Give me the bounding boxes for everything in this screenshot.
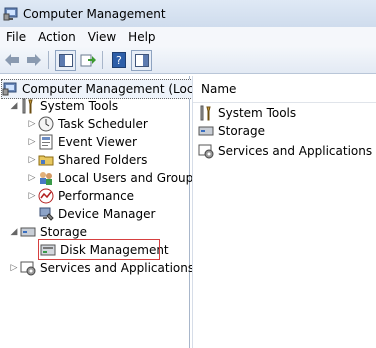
tree-item-services-and-applications[interactable]: ▷ Services and Applications: [8, 259, 194, 277]
properties-icon[interactable]: [131, 49, 152, 71]
tree-item-task-scheduler[interactable]: ▷ Task Scheduler: [26, 115, 148, 133]
performance-icon: [38, 188, 54, 204]
tools-icon: [20, 98, 36, 114]
shared-folder-icon: [38, 152, 54, 168]
tree-label: Computer Management (Local: [22, 82, 205, 96]
expand-triangle-icon[interactable]: ▷: [26, 190, 38, 202]
title-bar: Computer Management: [0, 0, 376, 27]
tree-label: System Tools: [40, 99, 119, 113]
services-icon: [20, 260, 36, 276]
menu-file[interactable]: File: [0, 27, 32, 47]
tree-label: Task Scheduler: [58, 117, 148, 131]
expand-triangle-icon[interactable]: ▷: [26, 136, 38, 148]
list-item-services-and-applications[interactable]: Services and Applications: [198, 142, 372, 160]
device-manager-icon: [38, 206, 54, 222]
window-title: Computer Management: [23, 6, 166, 21]
tree-label: Services and Applications: [40, 261, 195, 275]
users-icon: [38, 170, 54, 186]
svg-text:?: ?: [116, 54, 122, 67]
computer-management-icon: [2, 81, 18, 97]
storage-icon: [20, 224, 36, 240]
up-level-icon[interactable]: [78, 50, 98, 70]
menu-help[interactable]: Help: [122, 27, 161, 47]
services-icon: [198, 143, 214, 159]
menu-bar: File Action View Help: [0, 27, 376, 47]
show-hide-tree-icon[interactable]: [55, 49, 76, 71]
column-header-name[interactable]: Name: [193, 76, 376, 103]
tree-label: Shared Folders: [58, 153, 148, 167]
collapse-triangle-icon[interactable]: ◢: [8, 100, 20, 112]
tools-icon: [198, 105, 214, 121]
menu-action[interactable]: Action: [32, 27, 82, 47]
tree-label: Event Viewer: [58, 135, 137, 149]
toolbar: ?: [0, 47, 376, 74]
tree-label: Device Manager: [58, 207, 156, 221]
menu-view[interactable]: View: [82, 27, 122, 47]
event-viewer-icon: [38, 134, 54, 150]
collapse-triangle-icon[interactable]: ◢: [8, 226, 20, 238]
tree-label: Storage: [40, 225, 87, 239]
expand-triangle-icon[interactable]: ▷: [8, 262, 20, 274]
tree-item-shared-folders[interactable]: ▷ Shared Folders: [26, 151, 148, 169]
help-icon[interactable]: ?: [109, 50, 129, 70]
storage-icon: [198, 123, 214, 139]
toolbar-separator: [48, 51, 49, 69]
tree-item-device-manager[interactable]: Device Manager: [38, 205, 155, 223]
list-label: Storage: [218, 124, 265, 138]
selection-highlight-box: [38, 239, 160, 260]
tree-label: Local Users and Groups: [58, 171, 200, 185]
list-item-storage[interactable]: Storage: [198, 122, 265, 140]
expand-triangle-icon[interactable]: ▷: [26, 172, 38, 184]
forward-icon[interactable]: [24, 50, 44, 70]
computer-management-icon: [3, 6, 19, 22]
tree-label: Performance: [58, 189, 135, 203]
tree-item-computer-management[interactable]: Computer Management (Local: [1, 79, 208, 99]
back-icon[interactable]: [2, 50, 22, 70]
tree-item-performance[interactable]: ▷ Performance: [26, 187, 134, 205]
toolbar-separator: [102, 51, 103, 69]
list-label: Services and Applications: [218, 144, 373, 158]
list-item-system-tools[interactable]: System Tools: [198, 104, 296, 122]
tree-item-system-tools[interactable]: ◢ System Tools: [8, 97, 118, 115]
clock-icon: [38, 116, 54, 132]
list-label: System Tools: [218, 106, 297, 120]
expand-triangle-icon[interactable]: ▷: [26, 154, 38, 166]
expand-triangle-icon[interactable]: ▷: [26, 118, 38, 130]
tree-item-local-users-and-groups[interactable]: ▷ Local Users and Groups: [26, 169, 200, 187]
tree-item-event-viewer[interactable]: ▷ Event Viewer: [26, 133, 137, 151]
